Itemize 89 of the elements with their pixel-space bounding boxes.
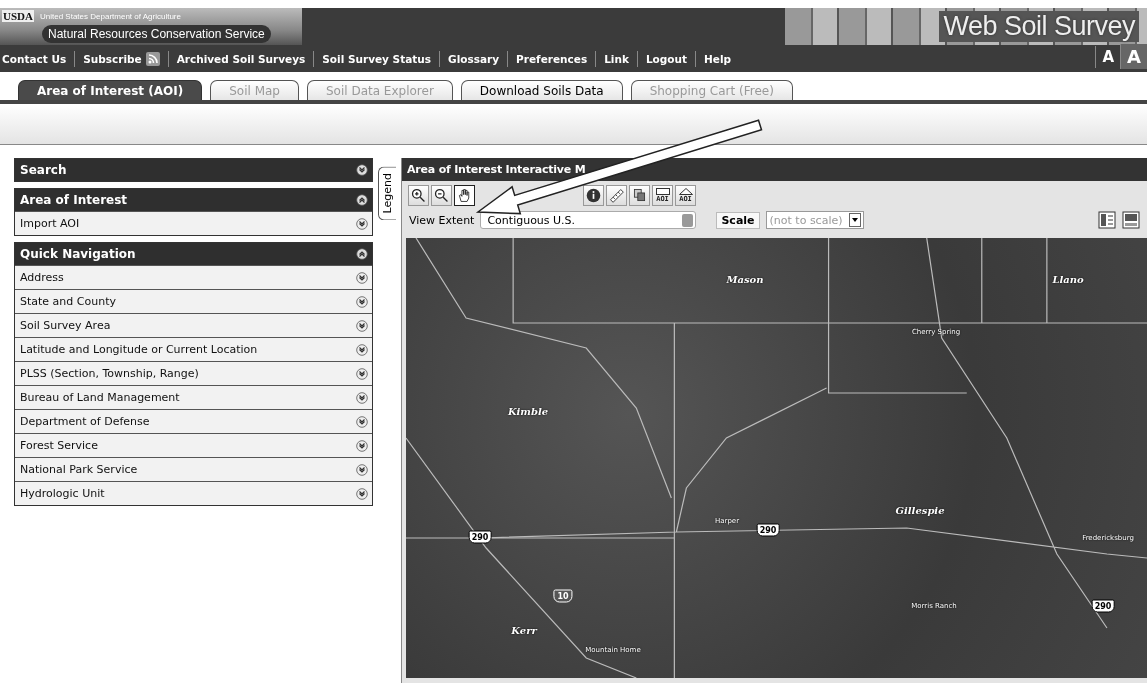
collapse-icon[interactable] (356, 248, 368, 260)
expand-icon[interactable] (356, 295, 368, 308)
nav-item-label: Hydrologic Unit (20, 487, 105, 500)
nav-item-label: Latitude and Longitude or Current Location (20, 343, 258, 356)
nav-link[interactable]: Help (704, 52, 732, 65)
county-label: Gillespie (895, 504, 945, 516)
county-label: Mason (726, 273, 764, 285)
info-icon (585, 187, 602, 204)
nav-item-label: Soil Survey Area (20, 319, 111, 332)
map-tool-button[interactable] (454, 185, 475, 206)
nav-link[interactable]: Contact Us (2, 52, 67, 65)
county-label: Kimble (507, 405, 549, 417)
map-tool-button[interactable] (583, 185, 604, 206)
nav-item-label: State and County (20, 295, 116, 308)
nav-item-label: Import AOI (20, 217, 80, 230)
panel-header[interactable]: Search (15, 159, 372, 181)
dropdown-icon (848, 213, 861, 227)
map-tool-button[interactable] (629, 185, 650, 206)
layers-icon (631, 187, 648, 204)
panel-header[interactable]: Area of Interest (15, 189, 372, 211)
nav-link[interactable]: Subscribe (83, 51, 160, 66)
nav-item[interactable]: Import AOI (15, 211, 372, 235)
scale-button[interactable]: Scale (716, 211, 760, 229)
text-size-button[interactable]: A (1120, 44, 1147, 69)
aoi-rectangle-icon (655, 188, 670, 195)
nav-item[interactable]: Latitude and Longitude or Current Location (15, 337, 372, 361)
nav-item[interactable]: State and County (15, 289, 372, 313)
nav-link[interactable]: Preferences (516, 52, 588, 65)
map-tool-button[interactable] (408, 185, 429, 206)
layout-icon[interactable] (1098, 211, 1116, 229)
rss-icon (145, 51, 160, 66)
expand-icon[interactable] (356, 217, 368, 230)
highway-shield: 10 (553, 589, 573, 603)
expand-icon[interactable] (356, 439, 368, 452)
highway-shield: 290 (756, 523, 780, 537)
collapse-icon[interactable] (356, 194, 368, 206)
panel-header[interactable]: Quick Navigation (15, 243, 372, 265)
layout-icon[interactable] (1122, 211, 1140, 229)
nav-link[interactable]: Soil Survey Status (322, 52, 432, 65)
expand-icon[interactable] (356, 415, 368, 428)
county-label: Kerr (511, 624, 537, 636)
nav-item-label: PLSS (Section, Township, Range) (20, 367, 199, 380)
nav-item-label: Forest Service (20, 439, 98, 452)
panel-title: Search (20, 163, 67, 177)
expand-icon[interactable] (356, 343, 368, 356)
nav-item[interactable]: National Park Service (15, 457, 372, 481)
nav-item-label: Department of Defense (20, 415, 150, 428)
expand-icon[interactable] (356, 164, 368, 176)
expand-icon[interactable] (356, 391, 368, 404)
nav-item-label: National Park Service (20, 463, 138, 476)
expand-icon[interactable] (356, 463, 368, 476)
view-extent-label: View Extent (409, 213, 475, 227)
nav-link[interactable]: Archived Soil Surveys (176, 52, 306, 65)
nav-link[interactable]: Link (604, 52, 629, 65)
legend-tab[interactable]: Legend (378, 166, 396, 221)
county-label: Llano (1052, 273, 1084, 285)
nav-link[interactable]: Glossary (448, 52, 500, 65)
ruler-icon (608, 187, 625, 204)
expand-icon[interactable] (356, 271, 368, 284)
highway-shield: 290 (468, 530, 492, 544)
tab[interactable]: Download Soils Data (460, 80, 623, 100)
map-tool-button[interactable] (431, 185, 452, 206)
nav-item-label: Bureau of Land Management (20, 391, 180, 404)
nav-item-label: Address (20, 271, 64, 284)
zoom-out-icon (433, 187, 450, 204)
panel-title: Area of Interest (20, 193, 128, 207)
nav-link[interactable]: Logout (645, 52, 688, 65)
aoi-polygon-icon (678, 188, 693, 195)
stepper-icon (682, 213, 694, 227)
nav-item[interactable]: Forest Service (15, 433, 372, 457)
nav-item[interactable]: Soil Survey Area (15, 313, 372, 337)
view-extent-select[interactable]: Contiguous U.S. (480, 211, 697, 229)
zoom-in-icon (410, 187, 427, 204)
site-title: Web Soil Survey (939, 11, 1139, 42)
nav-item[interactable]: Hydrologic Unit (15, 481, 372, 505)
agency-logo: USDA (2, 10, 34, 22)
panel-title: Area of Interest Interactive M (402, 158, 1147, 181)
highway-shield: 290 (1091, 599, 1115, 613)
nav-item[interactable]: Address (15, 265, 372, 289)
expand-icon[interactable] (356, 487, 368, 500)
expand-icon[interactable] (356, 319, 368, 332)
expand-icon[interactable] (356, 367, 368, 380)
nav-item[interactable]: Department of Defense (15, 409, 372, 433)
service-name: Natural Resources Conservation Service (42, 25, 271, 43)
panel-title: Quick Navigation (20, 247, 136, 261)
agency-name: United States Department of Agriculture (40, 12, 181, 21)
nav-item[interactable]: Bureau of Land Management (15, 385, 372, 409)
nav-item[interactable]: PLSS (Section, Township, Range) (15, 361, 372, 385)
tab[interactable]: Area of Interest (AOI) (18, 80, 203, 100)
